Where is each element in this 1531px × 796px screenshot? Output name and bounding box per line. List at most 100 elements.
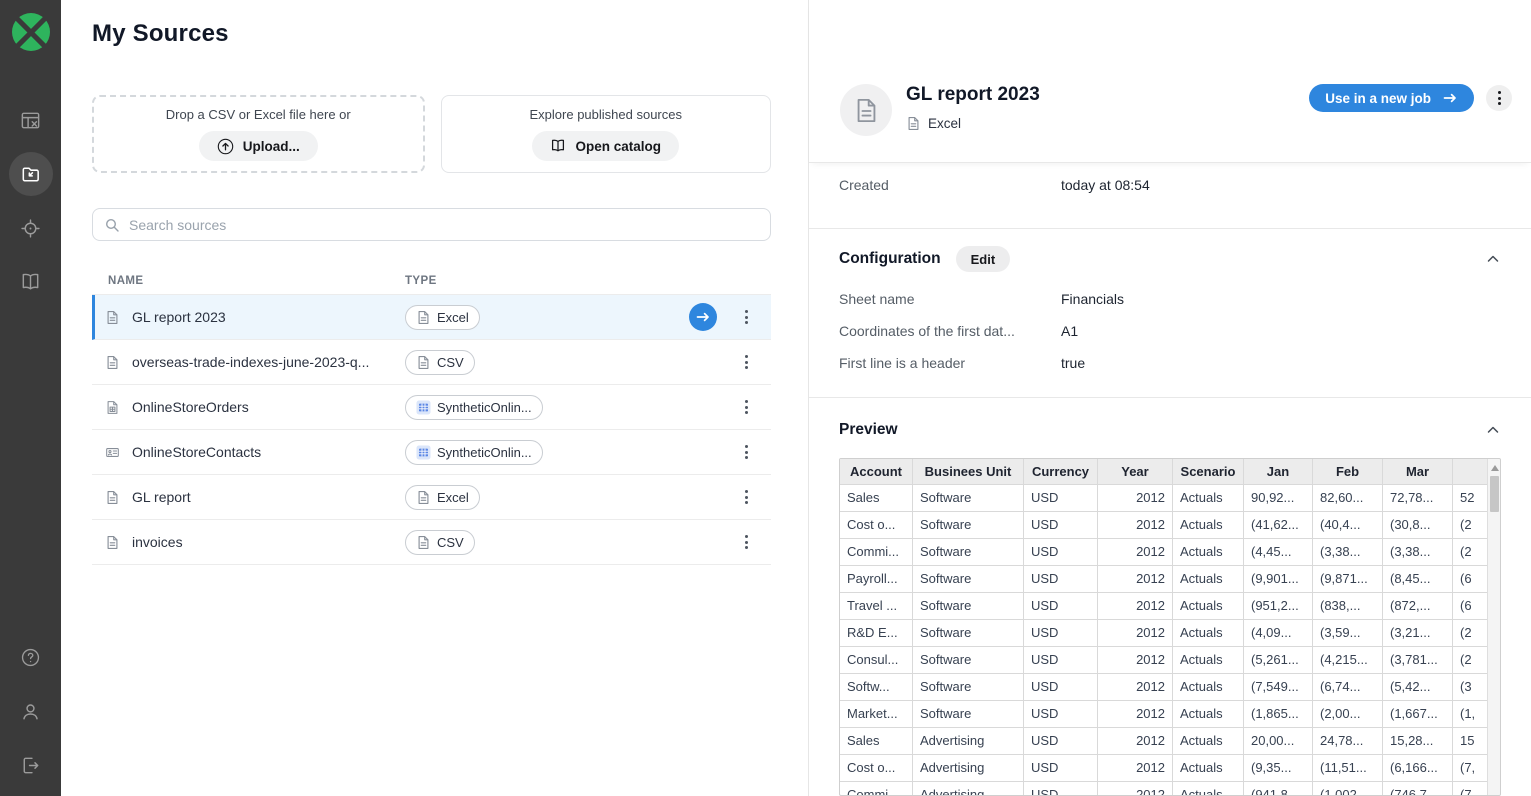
source-type-label: CSV [437,355,464,370]
user-icon [19,700,42,723]
preview-row: SalesSoftwareUSD2012Actuals90,92...82,60… [840,484,1500,511]
detail-menu-button[interactable] [1486,85,1512,111]
scrollbar-thumb[interactable] [1490,476,1499,512]
source-type-label: CSV [437,535,464,550]
preview-cell: 2012 [1098,620,1173,646]
preview-cell: (7,549... [1244,674,1313,700]
arrow-right-icon [695,309,711,325]
preview-cell: Software [913,566,1024,592]
preview-table: AccountBusinees UnitCurrencyYearScenario… [839,458,1501,796]
source-row[interactable]: invoices CSV [92,520,771,565]
search-input[interactable] [129,217,759,233]
row-menu-button[interactable] [737,353,755,372]
collapse-preview-button[interactable] [1485,422,1501,438]
preview-row: Market...SoftwareUSD2012Actuals(1,865...… [840,700,1500,727]
preview-cell: R&D E... [840,620,913,646]
open-book-icon [550,138,566,154]
upload-button[interactable]: Upload... [199,131,318,161]
source-name-cell: invoices [105,534,405,550]
configuration-field: Sheet nameFinancials [839,283,1501,315]
sidebar-item-logout[interactable] [9,743,53,787]
row-menu-button[interactable] [737,488,755,507]
preview-cell: (3,38... [1313,539,1383,565]
sidebar-item-lineage[interactable] [9,206,53,250]
preview-cell: Software [913,701,1024,727]
sidebar-item-jobs[interactable] [9,98,53,142]
open-source-button[interactable] [689,303,717,331]
use-in-new-job-button[interactable]: Use in a new job [1309,84,1474,112]
preview-cell: USD [1024,755,1098,781]
source-name: OnlineStoreOrders [132,399,249,415]
preview-cell: Actuals [1173,701,1244,727]
preview-cell: (951,2... [1244,593,1313,619]
open-catalog-button[interactable]: Open catalog [532,131,679,161]
preview-cell: 15,28... [1383,728,1453,754]
detail-header: GL report 2023 Excel Use in a new job [809,0,1531,163]
row-menu-button[interactable] [737,443,755,462]
preview-cell: Software [913,539,1024,565]
configuration-field: First line is a headertrue [839,347,1501,379]
file-dropzone[interactable]: Drop a CSV or Excel file here or Upload.… [92,95,425,173]
synthetic-icon [416,445,431,460]
kebab-icon [737,400,755,414]
preview-cell: Actuals [1173,485,1244,511]
preview-cell: (5,42... [1383,674,1453,700]
collapse-configuration-button[interactable] [1485,251,1501,267]
detail-panel: GL report 2023 Excel Use in a new job Cr… [808,0,1531,796]
preview-cell: (11,51... [1313,755,1383,781]
preview-row: Cost o...AdvertisingUSD2012Actuals(9,35.… [840,754,1500,781]
preview-cell: 2012 [1098,647,1173,673]
source-row[interactable]: OnlineStoreOrdersSyntheticOnlin... [92,385,771,430]
preview-cell: Advertising [913,728,1024,754]
book-icon [19,271,42,294]
source-row[interactable]: overseas-trade-indexes-june-2023-q...CSV [92,340,771,385]
preview-cell: (6,166... [1383,755,1453,781]
sidebar-item-help[interactable] [9,635,53,679]
preview-cell: Actuals [1173,620,1244,646]
preview-row: Consul...SoftwareUSD2012Actuals(5,261...… [840,646,1500,673]
source-row[interactable]: GL report 2023Excel [92,295,771,340]
field-label: First line is a header [839,355,1061,371]
scrollbar-up-arrow[interactable] [1491,465,1499,471]
sidebar-item-sources[interactable] [9,152,53,196]
clover-logo[interactable] [12,13,50,51]
edit-configuration-button[interactable]: Edit [956,246,1011,272]
preview-cell: USD [1024,674,1098,700]
source-name-cell: GL report [105,489,405,505]
sidebar-item-account[interactable] [9,689,53,733]
preview-cell: (1,865... [1244,701,1313,727]
preview-cell: USD [1024,566,1098,592]
kebab-icon [737,310,755,324]
row-menu-button[interactable] [737,398,755,417]
kebab-icon [737,445,755,459]
help-icon [19,646,42,669]
preview-cell: (3,38... [1383,539,1453,565]
preview-cell: (838,... [1313,593,1383,619]
preview-cell: Software [913,485,1024,511]
preview-cell: (3,21... [1383,620,1453,646]
preview-cell: (9,35... [1244,755,1313,781]
source-row[interactable]: GL reportExcel [92,475,771,520]
preview-cell: Market... [840,701,913,727]
preview-cell: Softw... [840,674,913,700]
kebab-icon [1498,89,1501,108]
sources-table-header: NAME TYPE [92,268,771,295]
sidebar [0,0,61,796]
logout-icon [19,754,42,777]
source-name-cell: OnlineStoreContacts [105,444,405,460]
sidebar-item-catalog[interactable] [9,260,53,304]
source-type-badge: Excel [405,305,480,330]
preview-cell: 2012 [1098,782,1173,796]
preview-scrollbar[interactable] [1487,459,1500,795]
preview-row: SalesAdvertisingUSD2012Actuals20,00...24… [840,727,1500,754]
row-menu-button[interactable] [737,533,755,552]
row-menu-button[interactable] [737,308,755,327]
preview-cell: USD [1024,782,1098,796]
actions-row: Drop a CSV or Excel file here or Upload.… [92,95,771,173]
preview-cell: (8,45... [1383,566,1453,592]
source-row[interactable]: OnlineStoreContactsSyntheticOnlin... [92,430,771,475]
search-box[interactable] [92,208,771,241]
preview-column-header: Scenario [1173,459,1244,484]
created-value: today at 08:54 [1061,177,1150,228]
preview-cell: Commi... [840,782,913,796]
